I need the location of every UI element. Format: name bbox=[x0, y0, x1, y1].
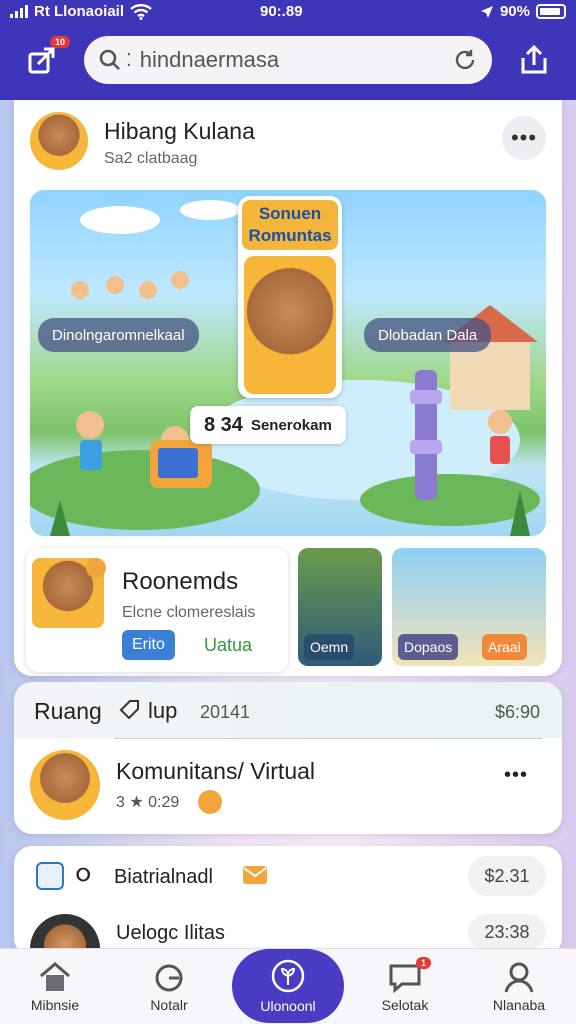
room-count: 20141 bbox=[200, 702, 251, 722]
star-badge-icon bbox=[86, 558, 106, 578]
battery-icon bbox=[536, 4, 566, 19]
thumb2-label-right: Araai bbox=[482, 634, 527, 660]
center-scene-label[interactable]: 8 34 Senerokam bbox=[190, 406, 346, 444]
tab-label: Selotak bbox=[381, 997, 429, 1013]
list-row2-num: 23:38 bbox=[468, 914, 546, 950]
bottom-tab-bar: Mibnsie Notalr Ulonoonl 1 Selotak Nlanab… bbox=[0, 948, 576, 1024]
notification-badge: 10 bbox=[50, 36, 71, 48]
author-avatar[interactable] bbox=[30, 112, 88, 170]
thumb1-label: Oemn bbox=[304, 634, 355, 660]
tab-home[interactable]: Mibnsie bbox=[0, 949, 110, 1024]
featured-secondary-button[interactable]: Uatua bbox=[196, 630, 260, 660]
carrier-label: Rt Llonaoiail bbox=[34, 3, 124, 20]
upload-button[interactable] bbox=[510, 36, 558, 84]
featured-community-card[interactable]: Roonemds Elcne clomereslais Erito Uatua bbox=[26, 548, 288, 672]
featured-primary-button[interactable]: Erito bbox=[122, 630, 175, 660]
share-out-icon bbox=[28, 47, 55, 74]
list-row2-text[interactable]: Uelogc Ilitas bbox=[116, 922, 225, 945]
flag-icon: ୦ bbox=[76, 864, 91, 886]
profile-icon bbox=[504, 962, 534, 993]
game-title-line1: Sonuen bbox=[258, 204, 322, 223]
community-title[interactable]: Komunitans/ Virtual bbox=[116, 758, 315, 785]
featured-portrait-card[interactable]: Sonuen Romuntas bbox=[238, 196, 342, 398]
more-icon: ••• bbox=[510, 125, 538, 150]
wifi-icon bbox=[130, 3, 152, 20]
search-bar[interactable]: ⁚ hindnaermasa bbox=[84, 36, 492, 84]
thumb-card-2[interactable]: Dopaos Araai bbox=[392, 548, 546, 666]
clock: 90:.89 bbox=[260, 3, 303, 20]
messages-badge: 1 bbox=[416, 957, 432, 969]
thumb2-label-left: Dopaos bbox=[398, 634, 459, 660]
room-card: Ruang lup 20141 $6:90 Komunitans/ Virtua… bbox=[14, 682, 562, 834]
post-card: Hibang Kulana Sa2 clatbaag ••• Sonuen Ro… bbox=[14, 100, 562, 676]
tab-label: Nlanaba bbox=[492, 997, 546, 1013]
game-scene-image[interactable]: Sonuen Romuntas Dinolngaromnelkaal Dloba… bbox=[30, 190, 546, 536]
post-subtitle: Sa2 clatbaag bbox=[104, 150, 198, 167]
tab-notes[interactable]: Notalr bbox=[114, 949, 224, 1024]
center-plant-icon bbox=[271, 959, 305, 993]
emoji-icon bbox=[198, 790, 222, 814]
battery-percent: 90% bbox=[499, 3, 530, 20]
post-more-button[interactable]: ••• bbox=[502, 116, 546, 160]
divider bbox=[114, 738, 542, 739]
tab-label: Mibnsie bbox=[30, 997, 80, 1013]
upload-icon bbox=[521, 44, 547, 74]
room-tag-label: lup bbox=[148, 698, 178, 723]
tag-icon bbox=[119, 700, 139, 720]
colon-glyph: ⁚ bbox=[126, 49, 132, 70]
room-header: Ruang lup 20141 $6:90 bbox=[14, 682, 562, 738]
signal-icon bbox=[10, 5, 28, 18]
status-bar: Rt Llonaoiail 90:.89 90% bbox=[0, 0, 576, 26]
tab-center-active[interactable]: Ulonoonl bbox=[232, 949, 344, 1023]
refresh-icon[interactable] bbox=[452, 47, 478, 73]
mail-icon bbox=[243, 866, 267, 884]
featured-subtitle: Elcne clomereslais bbox=[122, 604, 256, 621]
share-button[interactable]: 10 bbox=[18, 36, 71, 84]
left-scene-label: Dinolngaromnelkaal bbox=[38, 318, 199, 352]
search-icon bbox=[99, 49, 120, 70]
portrait-photo bbox=[244, 256, 336, 394]
community-meta: 3 ★ 0:29 bbox=[116, 794, 180, 811]
location-icon bbox=[480, 5, 493, 18]
tab-profile[interactable]: Nlanaba bbox=[464, 949, 574, 1024]
tab-messages[interactable]: 1 Selotak bbox=[350, 949, 460, 1024]
center-label-number: 8 34 bbox=[204, 413, 243, 436]
thumb-card-1[interactable]: Oemn bbox=[298, 548, 382, 666]
room-header-title: Ruang bbox=[34, 698, 102, 724]
app-header: Rt Llonaoiail 90:.89 90% 10 ⁚ hindnaerma… bbox=[0, 0, 576, 100]
community-avatar[interactable] bbox=[30, 750, 100, 820]
featured-title: Roonemds bbox=[122, 568, 239, 595]
room-price: $6:90 bbox=[494, 702, 540, 722]
right-scene-label: Dlobadan Dala bbox=[364, 318, 492, 352]
community-more-icon[interactable]: ••• bbox=[504, 764, 528, 787]
tab-label: Notalr bbox=[150, 997, 188, 1013]
home-icon bbox=[40, 962, 70, 991]
game-title-line2: Romuntas bbox=[248, 226, 332, 245]
list-row1-text[interactable]: Biatrialnadl bbox=[114, 866, 213, 889]
game-icon bbox=[155, 964, 183, 992]
list-row1-price[interactable]: $2.31 bbox=[468, 856, 546, 896]
list-app-icon bbox=[36, 862, 64, 890]
post-author[interactable]: Hibang Kulana bbox=[104, 118, 255, 145]
center-label-text: Senerokam bbox=[250, 416, 332, 434]
search-input[interactable]: hindnaermasa bbox=[140, 47, 452, 73]
list-card: ୦ Biatrialnadl $2.31 Uelogc Ilitas 23:38 bbox=[14, 846, 562, 984]
tab-label: Ulonoonl bbox=[260, 998, 316, 1014]
